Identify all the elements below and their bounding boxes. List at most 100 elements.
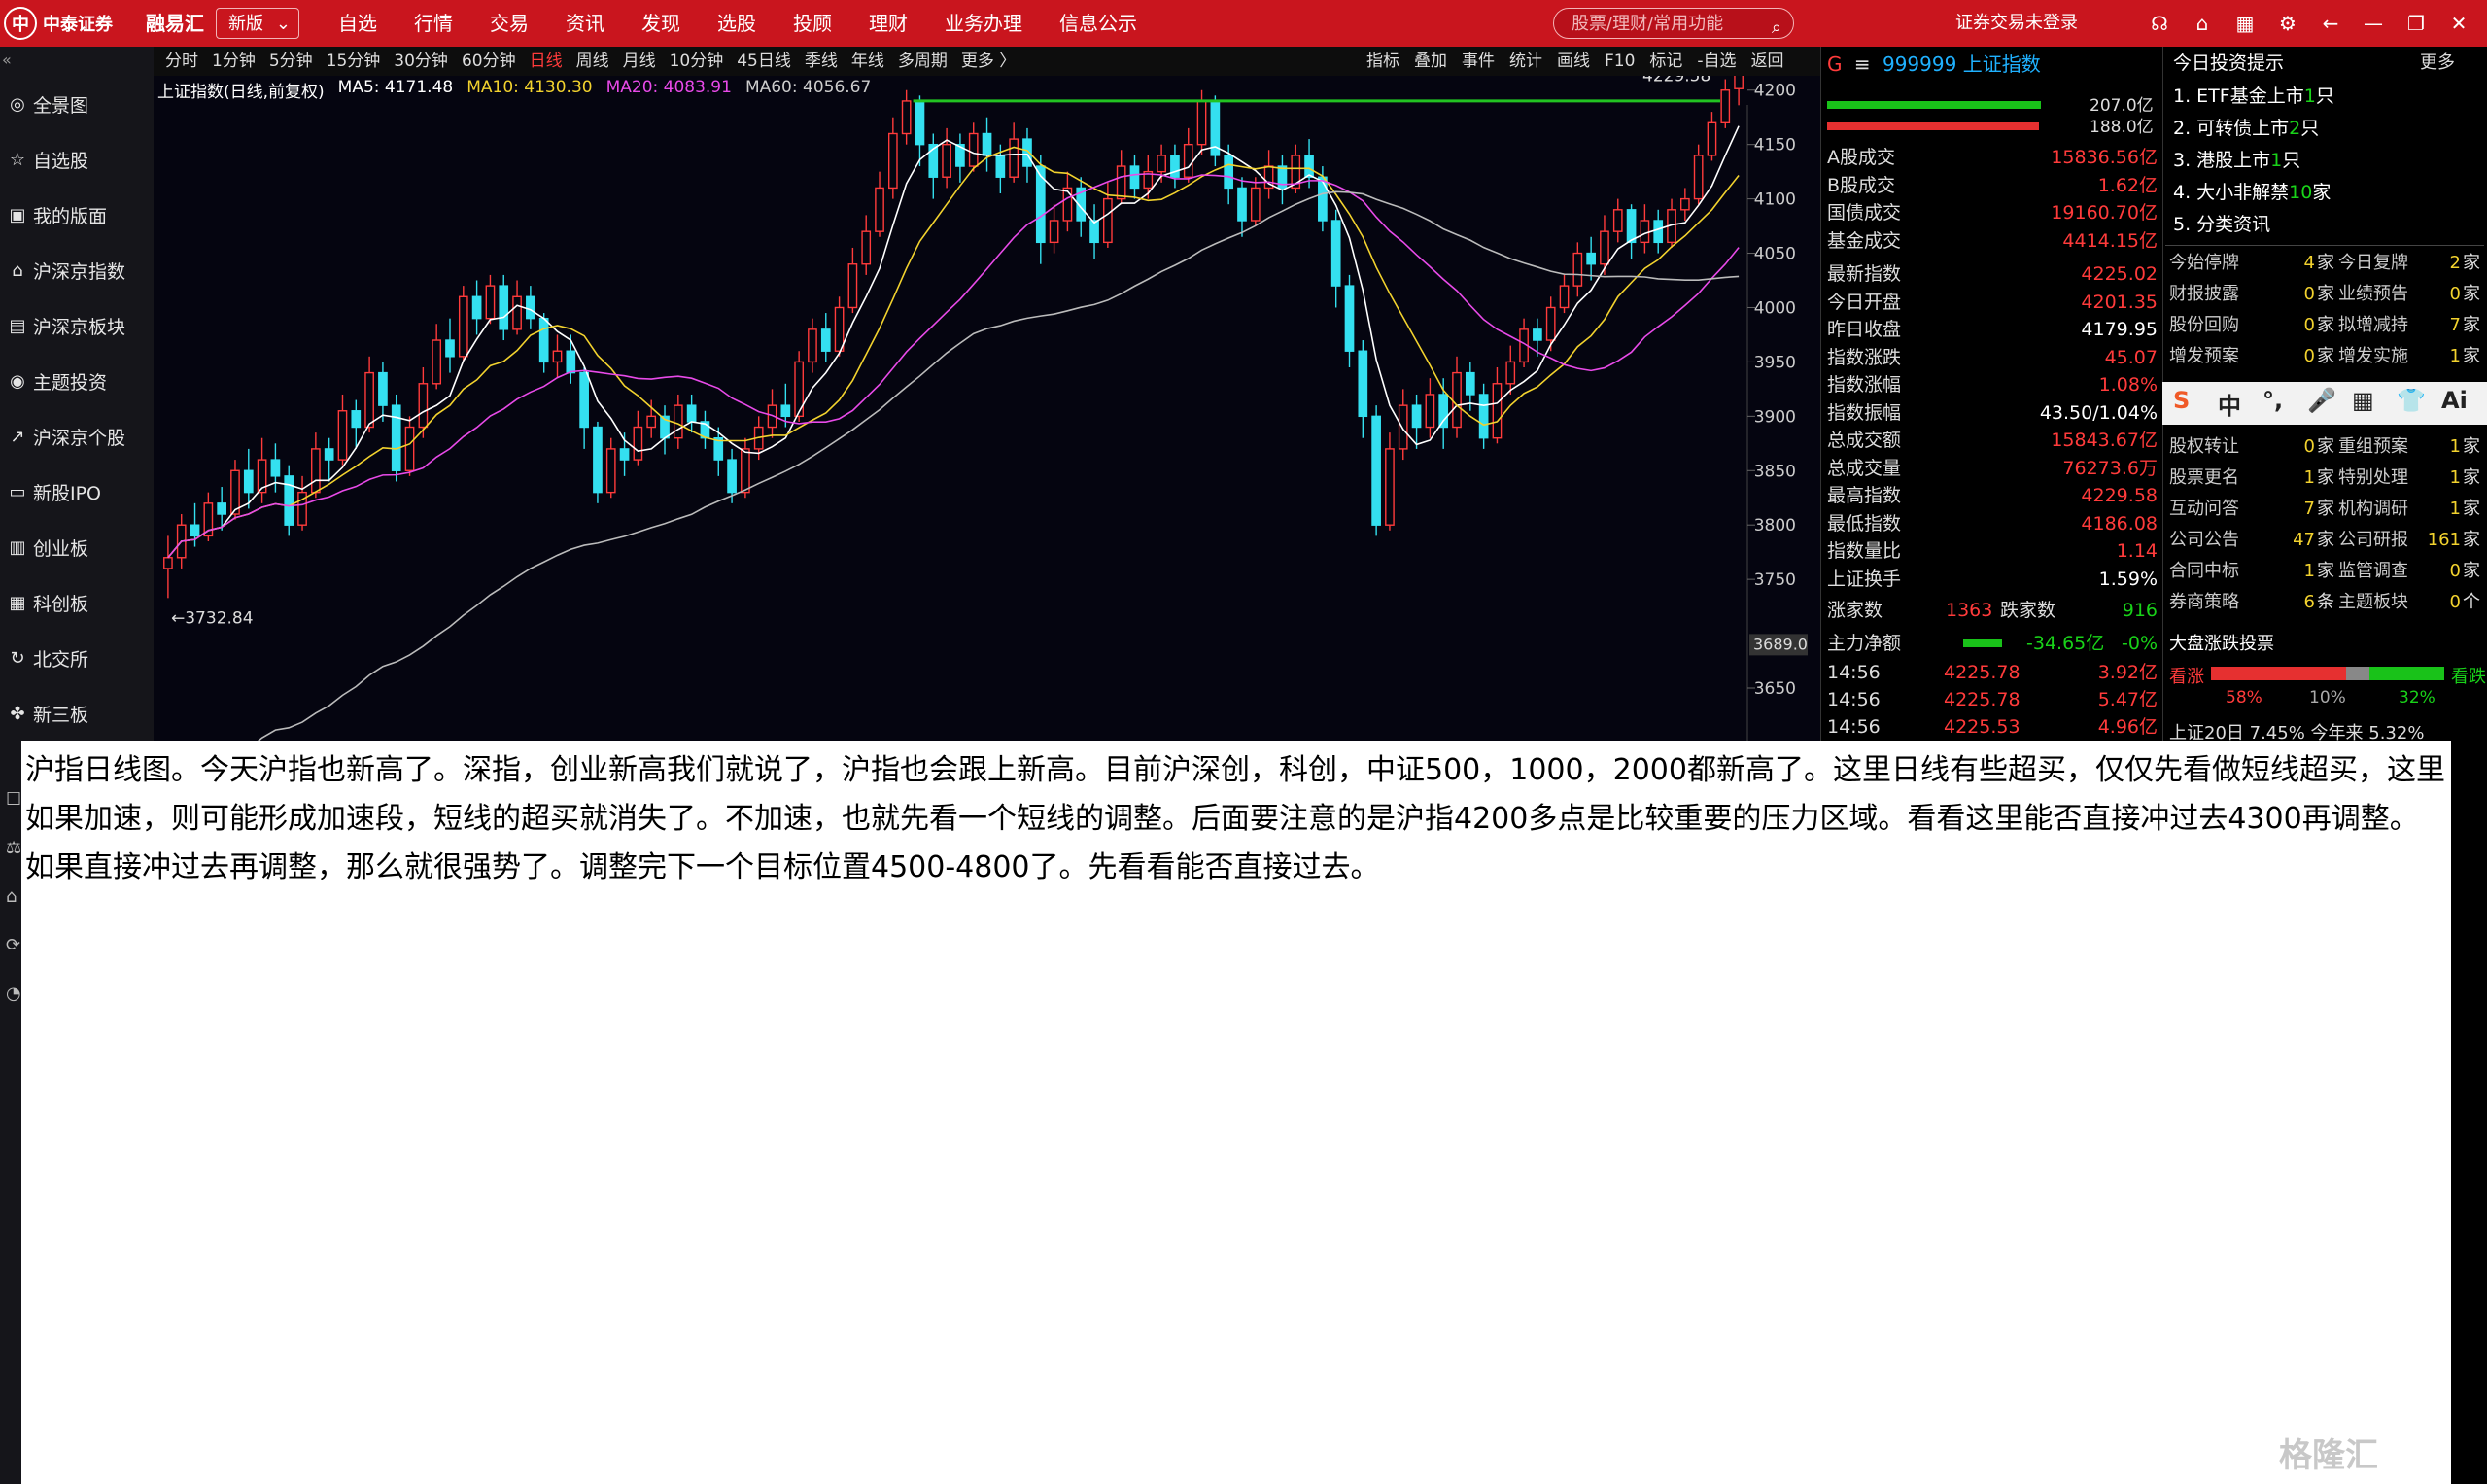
sidebar-extra-icon[interactable]: ☐ xyxy=(6,789,21,810)
event-row[interactable]: 增发预案 0 家增发实施 1 家 xyxy=(2169,342,2482,371)
settings-icon[interactable]: ⚙ xyxy=(2266,0,2309,47)
nav-item[interactable]: 业务办理 xyxy=(927,0,1042,47)
vote-up-label[interactable]: 看涨 xyxy=(2169,663,2204,688)
vote-title: 大盘涨跌投票 xyxy=(2169,634,2274,654)
period-tab[interactable]: 30分钟 xyxy=(394,47,448,76)
chinese-mode-icon[interactable]: 中 xyxy=(2218,387,2241,421)
sidebar-item[interactable]: ▣ 我的版面 xyxy=(0,189,154,241)
sidebar-item[interactable]: ↻ 北交所 xyxy=(0,632,154,684)
search-input[interactable]: 股票/理财/常用功能 ⌕ xyxy=(1553,8,1794,39)
nav-item[interactable]: 选股 xyxy=(700,0,776,47)
sidebar-item[interactable]: ◉ 主题投资 xyxy=(0,355,154,407)
period-tab[interactable]: 分时 xyxy=(165,47,198,76)
grid-icon[interactable]: ▦ xyxy=(2224,0,2266,47)
nav-item[interactable]: 资讯 xyxy=(548,0,624,47)
sidebar-item[interactable]: ◎ 全景图 xyxy=(0,78,154,130)
nav-item[interactable]: 理财 xyxy=(851,0,927,47)
nav-item[interactable]: 信息公示 xyxy=(1042,0,1157,47)
sidebar-extra-icon[interactable]: ◔ xyxy=(6,984,21,1004)
chart-tool-button[interactable]: 画线 xyxy=(1557,47,1590,76)
chart-tool-button[interactable]: -自选 xyxy=(1697,47,1736,76)
chart-tool-button[interactable]: 指标 xyxy=(1366,47,1399,76)
quote-name: 上证指数 xyxy=(1962,52,2041,76)
back-arrow-icon[interactable]: ← xyxy=(2309,0,2352,47)
ai-icon[interactable]: Ai xyxy=(2441,387,2468,414)
kline-chart[interactable]: 4200 4150 4100 4050 4000 3950 3900 3850 3800 3750… xyxy=(154,76,1820,756)
chart-tool-button[interactable]: 事件 xyxy=(1462,47,1495,76)
period-tab[interactable]: 1分钟 xyxy=(212,47,256,76)
sidebar-item[interactable]: ⌂ 沪深京指数 xyxy=(0,244,154,296)
event-row[interactable]: 财报披露 0 家业绩预告 0 家 xyxy=(2169,280,2482,309)
chart-tool-button[interactable]: 返回 xyxy=(1751,47,1784,76)
tip-item[interactable]: 5. 分类资讯 xyxy=(2173,210,2270,236)
period-tab[interactable]: 季线 xyxy=(805,47,838,76)
headset-icon[interactable]: ☊ xyxy=(2138,0,2181,47)
event-row[interactable]: 公司公告 47 家公司研报 161 家 xyxy=(2169,526,2482,555)
minimize-icon[interactable]: — xyxy=(2352,0,2395,47)
sidebar-item[interactable]: ✤ 新三板 xyxy=(0,687,154,740)
event-row[interactable]: 券商策略 6 条主题板块 0 个 xyxy=(2169,588,2482,617)
sidebar-item[interactable]: ▭ 新股IPO xyxy=(0,466,154,518)
period-tab[interactable]: 60分钟 xyxy=(462,47,516,76)
period-tab[interactable]: 更多 〉 xyxy=(961,47,1016,76)
event-unit: 条 xyxy=(2317,592,2334,612)
chart-tool-button[interactable]: 标记 xyxy=(1649,47,1682,76)
menu-icon[interactable]: ≡ xyxy=(1854,52,1871,76)
nav-item[interactable]: 投顾 xyxy=(776,0,851,47)
event-row[interactable]: 股份回购 0 家拟增减持 7 家 xyxy=(2169,311,2482,340)
shirt-icon[interactable]: ⌂ xyxy=(2181,0,2224,47)
sidebar-extra-icon[interactable]: ⌂ xyxy=(6,886,17,907)
tick-time: 14:56 xyxy=(1827,716,1881,738)
tip-item[interactable]: 1. ETF基金上市1只 xyxy=(2173,82,2334,108)
search-icon[interactable]: ⌕ xyxy=(1772,13,1781,44)
chart-tool-button[interactable]: F10 xyxy=(1605,47,1635,76)
brand-label[interactable]: 融易汇 xyxy=(146,0,204,47)
chart-tool-button[interactable]: 叠加 xyxy=(1414,47,1447,76)
nav-item[interactable]: 交易 xyxy=(472,0,548,47)
sogou-icon[interactable]: S xyxy=(2173,387,2190,414)
ma60-value: MA60: 4056.67 xyxy=(744,78,872,97)
sidebar-item[interactable]: ☆ 自选股 xyxy=(0,133,154,186)
event-row[interactable]: 互动问答 7 家机构调研 1 家 xyxy=(2169,495,2482,524)
chart-tool-button[interactable]: 统计 xyxy=(1509,47,1542,76)
sidebar-item[interactable]: ▥ 创业板 xyxy=(0,521,154,573)
tip-item[interactable]: 3. 港股上市1只 xyxy=(2173,146,2300,172)
event-row[interactable]: 合同中标 1 家监管调查 0 家 xyxy=(2169,557,2482,586)
tip-item[interactable]: 2. 可转债上市2只 xyxy=(2173,114,2319,140)
period-tab[interactable]: 月线 xyxy=(623,47,656,76)
app-logo[interactable]: 中 中泰证券 xyxy=(0,0,136,47)
keyboard-icon[interactable]: ▦ xyxy=(2352,387,2374,414)
nav-item[interactable]: 自选 xyxy=(321,0,397,47)
microphone-icon[interactable]: 🎤 xyxy=(2307,387,2336,414)
collapse-sidebar-icon[interactable]: « xyxy=(2,51,12,69)
restore-icon[interactable]: ❐ xyxy=(2395,0,2437,47)
version-select[interactable]: 新版 ⌄ xyxy=(216,8,299,39)
period-tab[interactable]: 45日线 xyxy=(737,47,791,76)
period-tab[interactable]: 5分钟 xyxy=(269,47,313,76)
event-row[interactable]: 股权转让 0 家重组预案 1 家 xyxy=(2169,432,2482,462)
sidebar-item[interactable]: ▤ 沪深京板块 xyxy=(0,299,154,352)
sidebar-item[interactable]: ▦ 科创板 xyxy=(0,576,154,629)
nav-item[interactable]: 发现 xyxy=(624,0,700,47)
event-row[interactable]: 今始停牌 4 家今日复牌 2 家 xyxy=(2169,249,2482,278)
punctuation-icon[interactable]: °, xyxy=(2262,387,2283,414)
period-tab[interactable]: 周线 xyxy=(576,47,609,76)
period-tab[interactable]: 10分钟 xyxy=(670,47,724,76)
login-status[interactable]: 证券交易未登录 xyxy=(1955,0,2078,47)
period-tab[interactable]: 多周期 xyxy=(898,47,948,76)
sidebar-item-label: 主题投资 xyxy=(33,371,108,394)
tip-item[interactable]: 4. 大小非解禁10家 xyxy=(2173,178,2331,204)
period-tab[interactable]: 15分钟 xyxy=(327,47,381,76)
skin-icon[interactable]: 👕 xyxy=(2397,387,2426,414)
close-icon[interactable]: ✕ xyxy=(2437,0,2480,47)
sidebar-extra-icon[interactable]: ⟳ xyxy=(6,935,20,955)
event-row[interactable]: 股票更名 1 家特别处理 1 家 xyxy=(2169,464,2482,493)
period-tab[interactable]: 年线 xyxy=(851,47,884,76)
sidebar-extra-icon[interactable]: ⚖ xyxy=(6,838,21,858)
nav-item[interactable]: 行情 xyxy=(397,0,472,47)
vote-flat-pct: 10% xyxy=(2309,688,2346,707)
vote-down-label[interactable]: 看跌 xyxy=(2451,663,2486,688)
period-tab[interactable]: 日线 xyxy=(530,47,563,76)
tips-more-link[interactable]: 更多 xyxy=(2420,49,2455,74)
sidebar-item[interactable]: ↗ 沪深京个股 xyxy=(0,410,154,463)
